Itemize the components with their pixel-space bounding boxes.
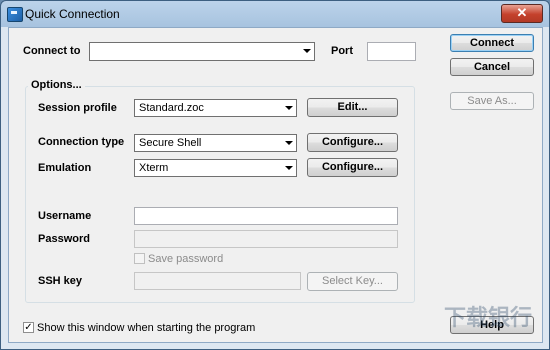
port-label: Port — [331, 45, 353, 57]
connection-type-label: Connection type — [38, 136, 125, 148]
title-bar[interactable]: Quick Connection ✕ — [1, 1, 549, 27]
emulation-label: Emulation — [38, 162, 92, 174]
password-label: Password — [38, 233, 90, 245]
select-key-button[interactable]: Select Key... — [307, 272, 398, 291]
emulation-select[interactable]: Xterm — [134, 159, 297, 177]
connect-to-combo[interactable] — [89, 42, 315, 61]
ssh-key-label: SSH key — [38, 275, 83, 287]
window-title: Quick Connection — [25, 7, 120, 21]
chevron-down-icon[interactable] — [285, 166, 293, 170]
options-group — [25, 86, 415, 303]
quick-connection-window: Quick Connection ✕ Connect to Port Conne… — [0, 0, 550, 350]
emulation-value: Xterm — [139, 162, 169, 174]
save-password-checkbox[interactable] — [134, 253, 145, 264]
connection-type-value: Secure Shell — [139, 137, 202, 149]
username-input[interactable] — [134, 207, 398, 225]
close-button[interactable]: ✕ — [501, 4, 543, 23]
session-profile-select[interactable]: Standard.zoc — [134, 99, 297, 117]
save-as-button[interactable]: Save As... — [450, 92, 534, 110]
chevron-down-icon[interactable] — [285, 106, 293, 110]
checkmark-icon: ✓ — [24, 322, 33, 333]
connect-to-label: Connect to — [23, 45, 81, 57]
close-icon: ✕ — [516, 5, 528, 20]
connect-button[interactable]: Connect — [450, 34, 534, 52]
options-group-title: Options... — [28, 79, 85, 91]
connection-type-select[interactable]: Secure Shell — [134, 134, 297, 152]
configure-connection-button[interactable]: Configure... — [307, 133, 398, 152]
chevron-down-icon[interactable] — [303, 49, 311, 53]
chevron-down-icon[interactable] — [285, 141, 293, 145]
save-password-label: Save password — [148, 253, 224, 265]
cancel-button[interactable]: Cancel — [450, 58, 534, 76]
password-input[interactable] — [134, 230, 398, 248]
session-profile-value: Standard.zoc — [139, 102, 204, 114]
ssh-key-input[interactable] — [134, 272, 301, 290]
configure-emulation-button[interactable]: Configure... — [307, 158, 398, 177]
username-label: Username — [38, 210, 92, 222]
session-profile-label: Session profile — [38, 102, 117, 114]
show-window-label: Show this window when starting the progr… — [37, 322, 256, 334]
watermark: 下载银行 — [443, 305, 532, 330]
show-window-checkbox[interactable]: ✓ — [23, 322, 34, 333]
port-input[interactable] — [367, 42, 416, 61]
edit-profile-button[interactable]: Edit... — [307, 98, 398, 117]
dialog-body: Connect to Port Connect Cancel Save As..… — [8, 27, 543, 343]
app-icon — [7, 7, 23, 22]
